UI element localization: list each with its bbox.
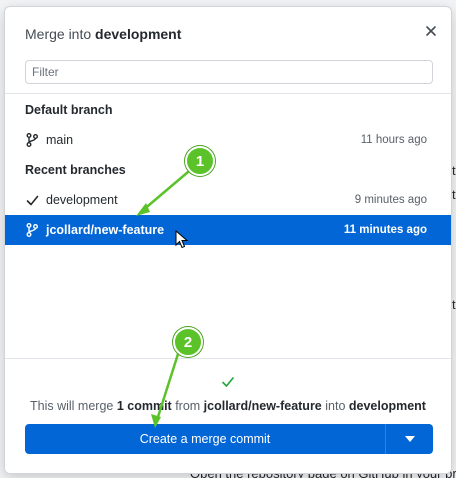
branch-row-main[interactable]: main 11 hours ago [5, 125, 451, 155]
create-merge-commit-button[interactable]: Create a merge commit [25, 424, 385, 454]
branch-time: 11 hours ago [360, 134, 427, 146]
recent-branches-header: Recent branches [25, 163, 126, 177]
source-branch: jcollard/new-feature [203, 399, 322, 413]
target-branch: development [348, 399, 426, 413]
check-icon [222, 377, 234, 387]
default-branch-header: Default branch [25, 103, 113, 117]
merge-footer: This will merge 1 commit from jcollard/n… [5, 358, 451, 473]
git-branch-icon [25, 223, 39, 237]
filter-wrapper [25, 60, 433, 84]
branch-time: 11 minutes ago [343, 224, 427, 236]
check-icon [25, 193, 39, 207]
mouse-cursor-icon [175, 230, 189, 249]
branch-filter-input[interactable] [25, 60, 433, 84]
branch-row-new-feature[interactable]: jcollard/new-feature 11 minutes ago [5, 215, 451, 245]
dialog-header: Merge into development [5, 7, 451, 57]
branch-name: main [46, 133, 74, 147]
background-edge-text: t [452, 297, 456, 312]
annotation-callout-2: 2 [173, 327, 203, 357]
background-edge-text: t [452, 187, 456, 202]
dialog-title-prefix: Merge into [25, 26, 96, 42]
summary-text: This will merge [30, 399, 117, 413]
merge-dialog: Merge into development Default branch ma… [4, 6, 452, 474]
caret-down-icon [404, 436, 415, 442]
commit-count: 1 commit [116, 399, 172, 413]
git-branch-icon [25, 133, 39, 147]
dialog-title: Merge into development [25, 26, 181, 42]
annotation-callout-1: 1 [185, 146, 215, 176]
merge-button-group: Create a merge commit [25, 424, 433, 454]
filter-divider [5, 93, 451, 94]
branch-row-development[interactable]: development 9 minutes ago [5, 185, 451, 215]
summary-text: from [171, 399, 204, 413]
branch-name: development [46, 193, 118, 207]
branch-name: jcollard/new-feature [46, 223, 165, 237]
close-icon [426, 26, 436, 36]
merge-summary: This will merge 1 commit from jcollard/n… [5, 399, 451, 413]
dialog-title-target: development [95, 26, 182, 42]
close-button[interactable] [423, 23, 439, 39]
merge-options-dropdown[interactable] [385, 424, 433, 454]
background-edge-text: t [452, 163, 456, 178]
branch-time: 9 minutes ago [354, 194, 427, 206]
summary-text: into [321, 399, 349, 413]
